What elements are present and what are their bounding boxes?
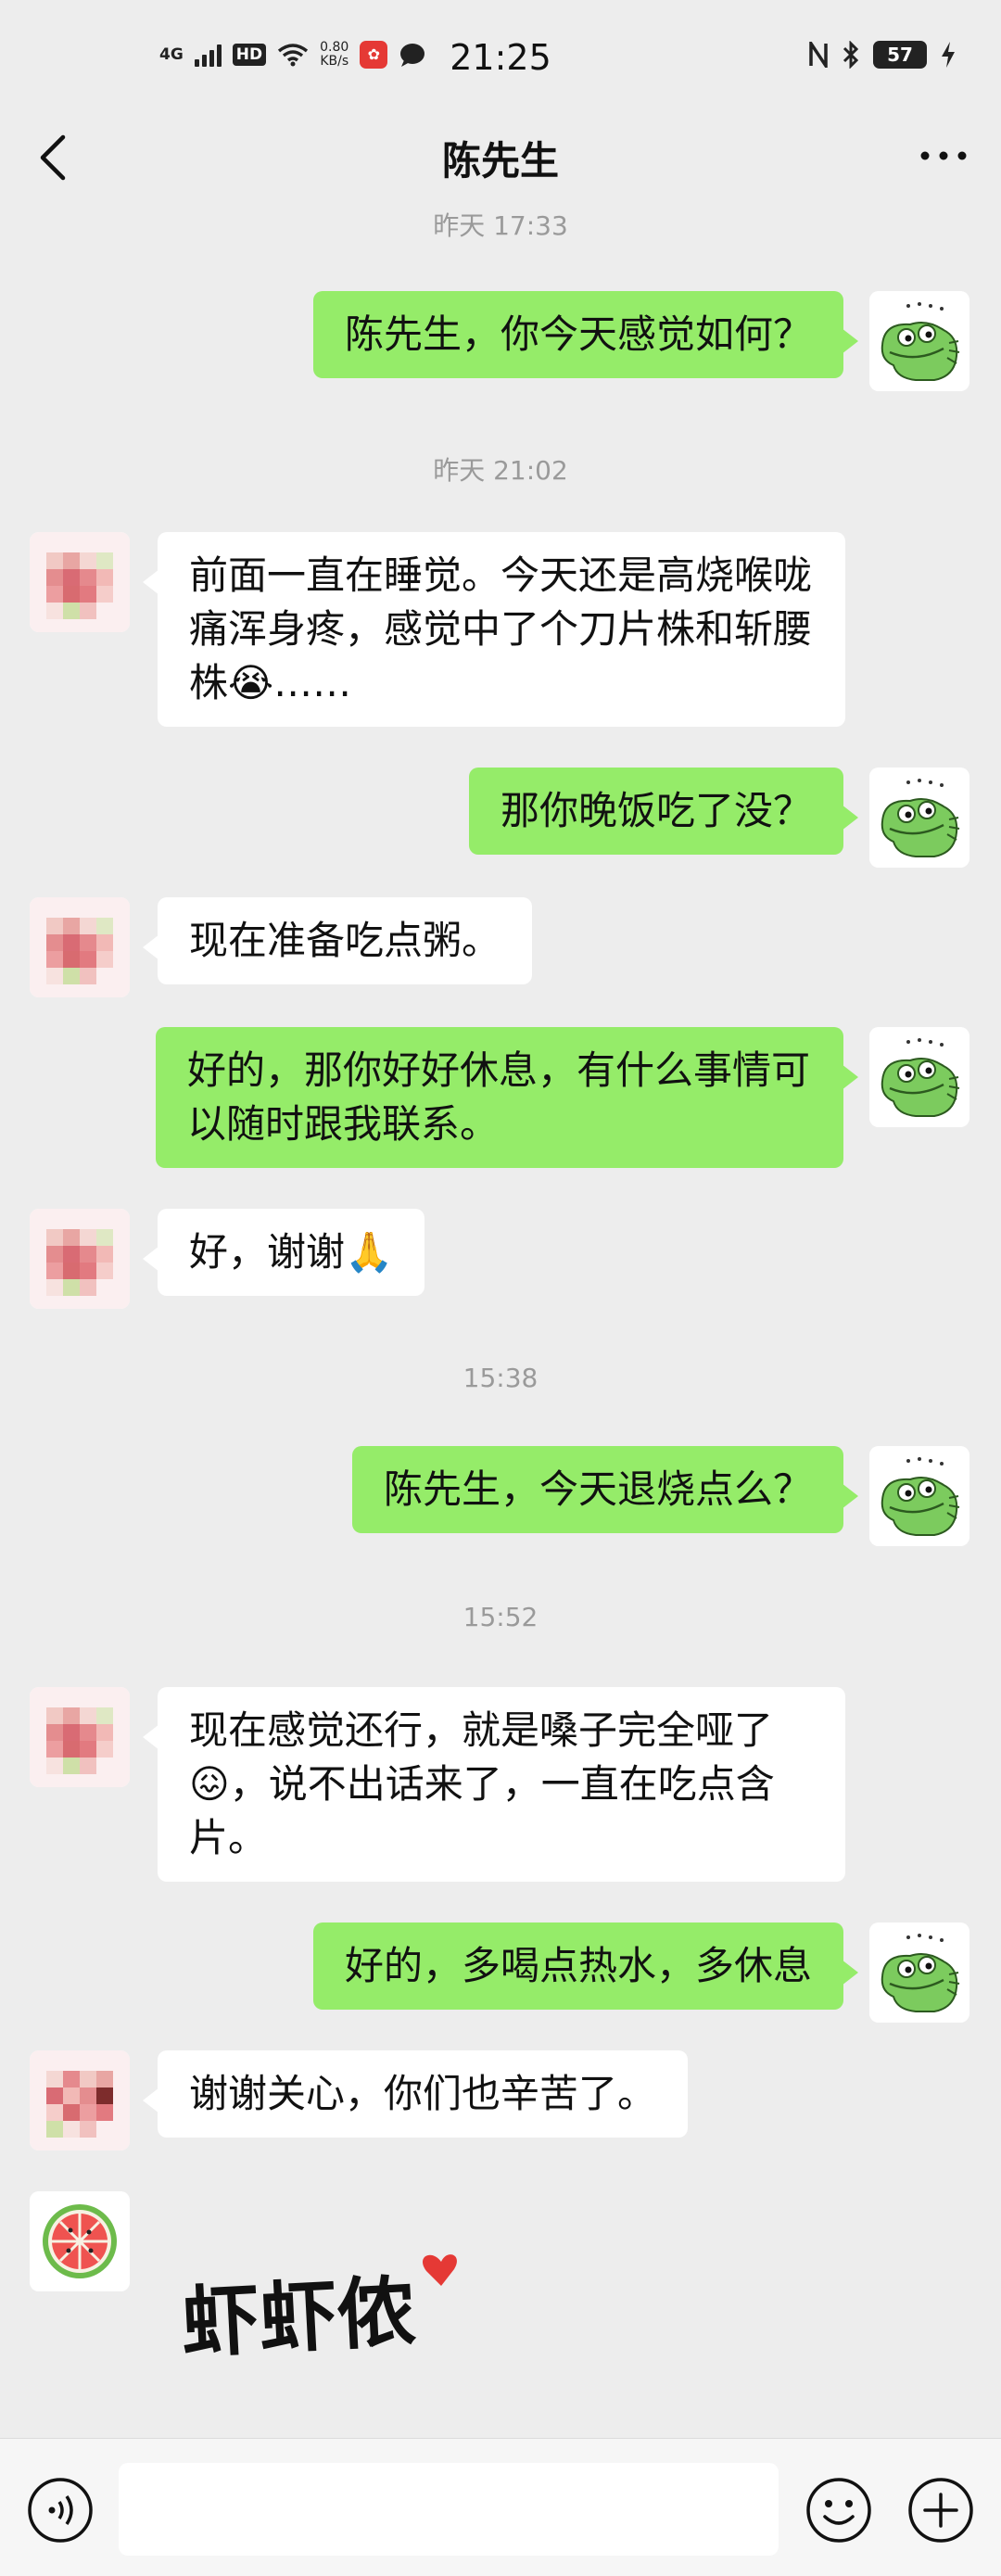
contact-avatar[interactable] — [30, 2191, 130, 2291]
mosaic-avatar-icon — [30, 1687, 130, 1787]
my-avatar[interactable] — [869, 1446, 969, 1546]
mosaic-avatar-icon — [30, 1209, 130, 1309]
voice-icon[interactable] — [26, 2476, 95, 2544]
message-bubble-sent[interactable]: 好的，多喝点热水，多休息 — [312, 1922, 859, 2010]
sticker-message[interactable]: 虾虾侬 — [176, 2243, 473, 2373]
nav-bar: 陈先生 — [0, 111, 1001, 204]
my-avatar[interactable] — [869, 1922, 969, 2023]
contact-avatar[interactable] — [30, 897, 130, 997]
mosaic-avatar-icon — [30, 897, 130, 997]
crocodile-avatar-icon — [869, 291, 969, 391]
contact-avatar[interactable] — [30, 1687, 130, 1787]
watermelon-avatar-icon — [30, 2191, 130, 2291]
crocodile-avatar-icon — [869, 1446, 969, 1546]
bluetooth-icon — [843, 41, 859, 69]
mosaic-avatar-icon — [30, 532, 130, 632]
nfc-icon — [809, 42, 828, 68]
message-bubble-received[interactable]: 现在感觉还行，就是嗓子完全哑了😖，说不出话来了，一直在吃点含片。 — [143, 1687, 845, 1882]
message-bubble-sent[interactable]: 陈先生，今天退烧点么？ — [351, 1446, 859, 1533]
timestamp: 昨天 21:02 — [433, 455, 568, 486]
charging-icon — [942, 42, 955, 68]
chat-screen: 4G HD 0.80 KB/s ✿ 21:25 57 陈先生 昨天 17:33 … — [0, 0, 1001, 2576]
chat-title[interactable]: 陈先生 — [0, 130, 1001, 186]
contact-avatar[interactable] — [30, 532, 130, 632]
timestamp: 昨天 17:33 — [433, 210, 568, 241]
crocodile-avatar-icon — [869, 1027, 969, 1127]
contact-avatar[interactable] — [30, 1209, 130, 1309]
message-bubble-received[interactable]: 现在准备吃点粥。 — [142, 897, 533, 984]
message-input[interactable] — [119, 2463, 779, 2556]
status-right: 57 — [808, 41, 957, 69]
crocodile-avatar-icon — [869, 1922, 969, 2023]
emoji-icon[interactable] — [805, 2476, 873, 2544]
message-bubble-received[interactable]: 前面一直在睡觉。今天还是高烧喉咙痛浑身疼，感觉中了个刀片株和斩腰株😭…… — [143, 532, 845, 727]
message-bubble-received[interactable]: 好，谢谢🙏 — [142, 1209, 425, 1296]
crocodile-avatar-icon — [869, 768, 969, 868]
status-bar: 4G HD 0.80 KB/s ✿ 21:25 57 — [0, 0, 1001, 111]
contact-avatar[interactable] — [30, 2050, 130, 2151]
battery-indicator: 57 — [873, 41, 927, 69]
sticker-image: 虾虾侬 — [180, 2254, 457, 2368]
my-avatar[interactable] — [869, 768, 969, 868]
input-bar — [0, 2438, 1001, 2576]
timestamp: 15:38 — [462, 1363, 539, 1393]
timestamp: 15:52 — [462, 1602, 539, 1632]
plus-icon[interactable] — [906, 2476, 975, 2544]
sticker-text: 虾虾侬 — [180, 2265, 419, 2368]
pixelated-avatar — [30, 532, 130, 632]
message-bubble-sent[interactable]: 那你晚饭吃了没？ — [468, 768, 859, 855]
more-dots-icon[interactable] — [918, 137, 969, 174]
my-avatar[interactable] — [869, 1027, 969, 1127]
message-bubble-received[interactable]: 谢谢关心，你们也辛苦了。 — [142, 2050, 689, 2138]
mosaic-avatar-icon — [30, 2050, 130, 2151]
message-bubble-sent[interactable]: 陈先生，你今天感觉如何？ — [312, 291, 859, 378]
my-avatar[interactable] — [869, 291, 969, 391]
message-bubble-sent[interactable]: 好的，那你好好休息，有什么事情可以随时跟我联系。 — [156, 1027, 858, 1168]
